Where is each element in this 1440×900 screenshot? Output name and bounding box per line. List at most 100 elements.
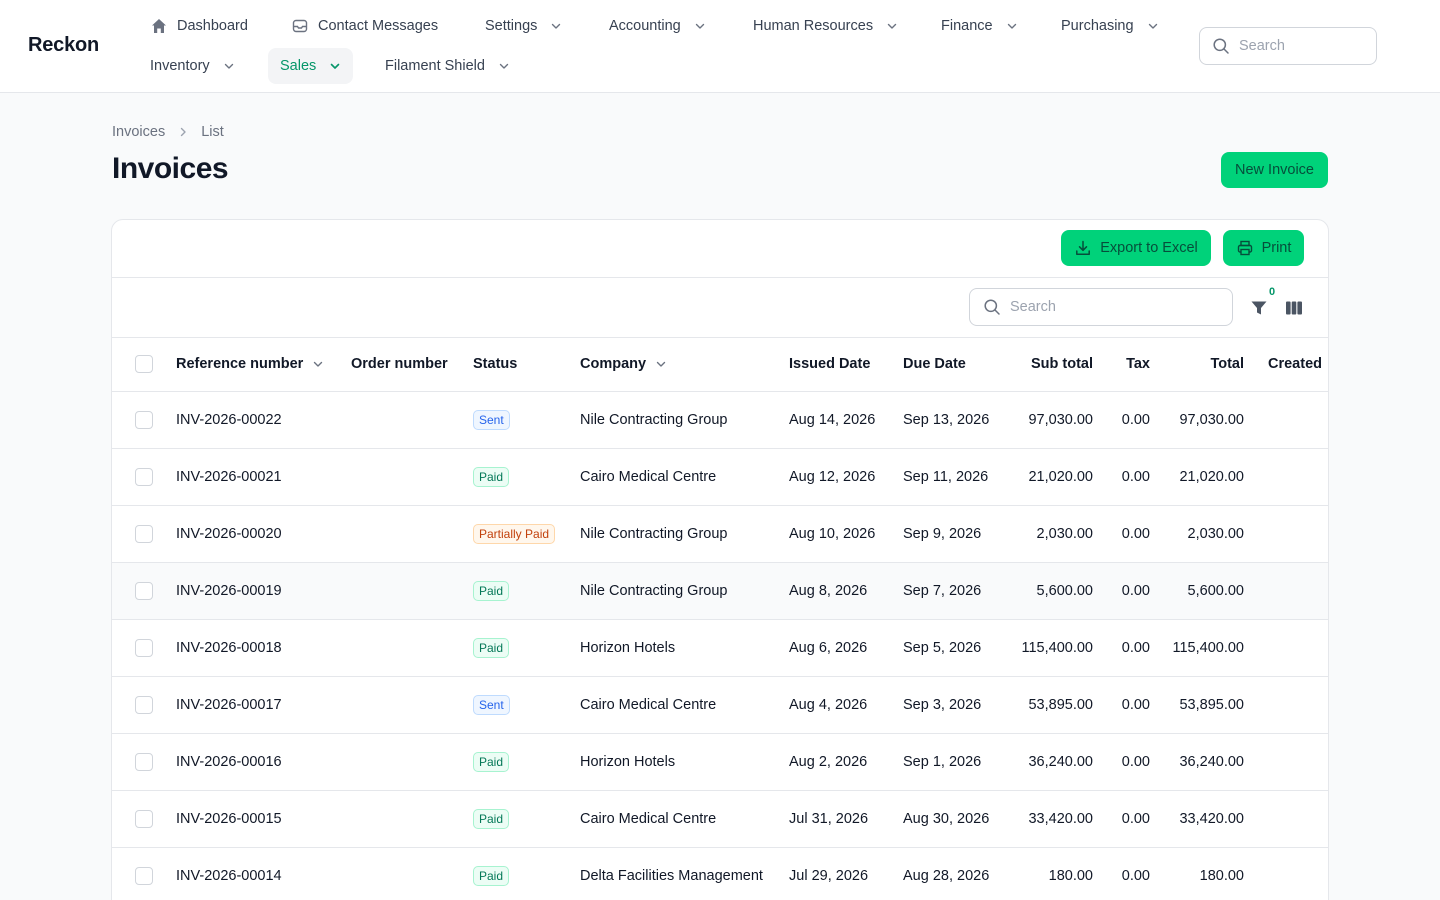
reference-cell[interactable]: INV-2026-00019 xyxy=(176,562,351,619)
chevron-down-icon xyxy=(550,20,562,32)
status-cell: Paid xyxy=(473,448,580,505)
subtotal-cell: 21,020.00 xyxy=(1028,468,1093,485)
table-row[interactable]: INV-2026-00016 Paid Horizon Hotels Aug 2, 2… xyxy=(112,733,1328,790)
row-checkbox[interactable] xyxy=(135,410,153,429)
breadcrumb-link-invoices[interactable]: Invoices xyxy=(112,124,165,140)
table-search[interactable] xyxy=(969,288,1233,326)
issued-date-cell: Aug 2, 2026 xyxy=(789,753,868,770)
nav-item-inventory[interactable]: Inventory xyxy=(138,48,247,84)
row-checkbox[interactable] xyxy=(135,866,153,885)
table-row[interactable]: INV-2026-00021 Paid Cairo Medical Centre Au… xyxy=(112,448,1328,505)
created-cell xyxy=(1244,391,1328,448)
table-row[interactable]: INV-2026-00022 Sent Nile Contracting Group… xyxy=(112,391,1328,448)
row-select-cell xyxy=(112,391,176,448)
table-row[interactable]: INV-2026-00014 Paid Delta Facilities Manag… xyxy=(112,847,1328,900)
table-row[interactable]: INV-2026-00018 Paid Horizon Hotels Aug 6, 2… xyxy=(112,619,1328,676)
status-badge: Paid xyxy=(473,751,510,772)
nav-label: Purchasing xyxy=(1061,18,1134,34)
company-cell: Nile Contracting Group xyxy=(580,411,728,428)
order-number-cell xyxy=(351,676,473,733)
nav-item-settings[interactable]: Settings xyxy=(473,8,574,44)
due-date-cell: Sep 5, 2026 xyxy=(903,639,982,656)
row-checkbox[interactable] xyxy=(135,467,153,486)
breadcrumb-current: List xyxy=(201,124,224,140)
issued-date-cell: Aug 8, 2026 xyxy=(789,582,868,599)
header-reference[interactable]: Reference number xyxy=(176,338,351,392)
row-checkbox[interactable] xyxy=(135,752,153,771)
due-date-cell: Sep 3, 2026 xyxy=(903,696,982,713)
nav-label: Sales xyxy=(280,58,317,74)
filter-button[interactable] xyxy=(1249,298,1269,318)
nav-label: Filament Shield xyxy=(385,58,485,74)
subtotal-cell: 53,895.00 xyxy=(1028,696,1093,713)
nav-item-contact-messages[interactable]: Contact Messages xyxy=(279,8,450,44)
print-button[interactable]: Print xyxy=(1223,230,1304,266)
tax-cell: 0.00 xyxy=(1121,810,1150,827)
subtotal-cell: 115,400.00 xyxy=(1021,639,1094,656)
total-cell: 5,600.00 xyxy=(1187,582,1244,599)
search-icon xyxy=(983,298,1001,316)
new-invoice-button[interactable]: New Invoice xyxy=(1221,152,1328,188)
nav-item-finance[interactable]: Finance xyxy=(929,8,1030,44)
row-checkbox[interactable] xyxy=(135,524,153,543)
header-order-number: Order number xyxy=(351,338,473,392)
due-date-cell: Sep 11, 2026 xyxy=(903,468,989,485)
header-issued-date: Issued Date xyxy=(789,338,903,392)
company-cell: Delta Facilities Management xyxy=(580,867,763,884)
reference-cell[interactable]: INV-2026-00022 xyxy=(176,391,351,448)
table-row[interactable]: INV-2026-00019 Paid Nile Contracting Group… xyxy=(112,562,1328,619)
select-all-checkbox[interactable] xyxy=(135,355,153,374)
nav-item-accounting[interactable]: Accounting xyxy=(597,8,718,44)
reference-cell[interactable]: INV-2026-00015 xyxy=(176,790,351,847)
status-cell: Sent xyxy=(473,676,580,733)
header-select-all-cell xyxy=(112,338,176,392)
sort-chevron-icon xyxy=(312,358,324,370)
tax-cell: 0.00 xyxy=(1121,468,1150,485)
nav-label: Human Resources xyxy=(753,18,874,34)
global-search[interactable] xyxy=(1199,27,1377,65)
filter-count-badge: 0 xyxy=(1269,286,1276,298)
table-search-input[interactable] xyxy=(1010,299,1210,315)
chevron-down-icon xyxy=(886,20,898,32)
issued-date-cell: Aug 12, 2026 xyxy=(789,468,876,485)
nav-label: Contact Messages xyxy=(318,18,439,34)
row-checkbox[interactable] xyxy=(135,695,153,714)
reference-cell[interactable]: INV-2026-00017 xyxy=(176,676,351,733)
header-company[interactable]: Company xyxy=(580,338,789,392)
subtotal-cell: 180.00 xyxy=(1048,867,1093,884)
reference-cell[interactable]: INV-2026-00021 xyxy=(176,448,351,505)
row-checkbox[interactable] xyxy=(135,581,153,600)
created-cell xyxy=(1244,790,1328,847)
row-select-cell xyxy=(112,790,176,847)
nav-item-human-resources[interactable]: Human Resources xyxy=(741,8,910,44)
table-header-actions: Export to Excel Print xyxy=(112,220,1328,278)
nav-item-sales[interactable]: Sales xyxy=(268,48,354,84)
table-row[interactable]: INV-2026-00017 Sent Cairo Medical Centre Au… xyxy=(112,676,1328,733)
reference-cell[interactable]: INV-2026-00014 xyxy=(176,847,351,900)
header-total: Total xyxy=(1150,338,1244,392)
company-cell: Nile Contracting Group xyxy=(580,525,728,542)
row-checkbox[interactable] xyxy=(135,809,153,828)
reference-cell[interactable]: INV-2026-00016 xyxy=(176,733,351,790)
export-excel-label: Export to Excel xyxy=(1100,240,1198,256)
created-cell xyxy=(1244,733,1328,790)
reference-cell[interactable]: INV-2026-00020 xyxy=(176,505,351,562)
order-number-cell xyxy=(351,733,473,790)
row-checkbox[interactable] xyxy=(135,638,153,657)
global-search-input[interactable] xyxy=(1239,38,1359,54)
table-row[interactable]: INV-2026-00020 Partially Paid Nile Contrac… xyxy=(112,505,1328,562)
nav-item-filament-shield[interactable]: Filament Shield xyxy=(373,48,522,84)
row-select-cell xyxy=(112,619,176,676)
brand-logo[interactable]: Reckon xyxy=(28,34,99,57)
table-row[interactable]: INV-2026-00015 Paid Cairo Medical Centre Ju… xyxy=(112,790,1328,847)
export-excel-button[interactable]: Export to Excel xyxy=(1061,230,1211,266)
columns-icon xyxy=(1285,299,1303,317)
nav-item-dashboard[interactable]: Dashboard xyxy=(138,8,260,44)
order-number-cell xyxy=(351,448,473,505)
subtotal-cell: 2,030.00 xyxy=(1036,525,1093,542)
nav-item-purchasing[interactable]: Purchasing xyxy=(1049,8,1171,44)
columns-toggle-button[interactable] xyxy=(1284,298,1304,318)
tax-cell: 0.00 xyxy=(1121,582,1150,599)
printer-icon xyxy=(1236,239,1254,257)
reference-cell[interactable]: INV-2026-00018 xyxy=(176,619,351,676)
